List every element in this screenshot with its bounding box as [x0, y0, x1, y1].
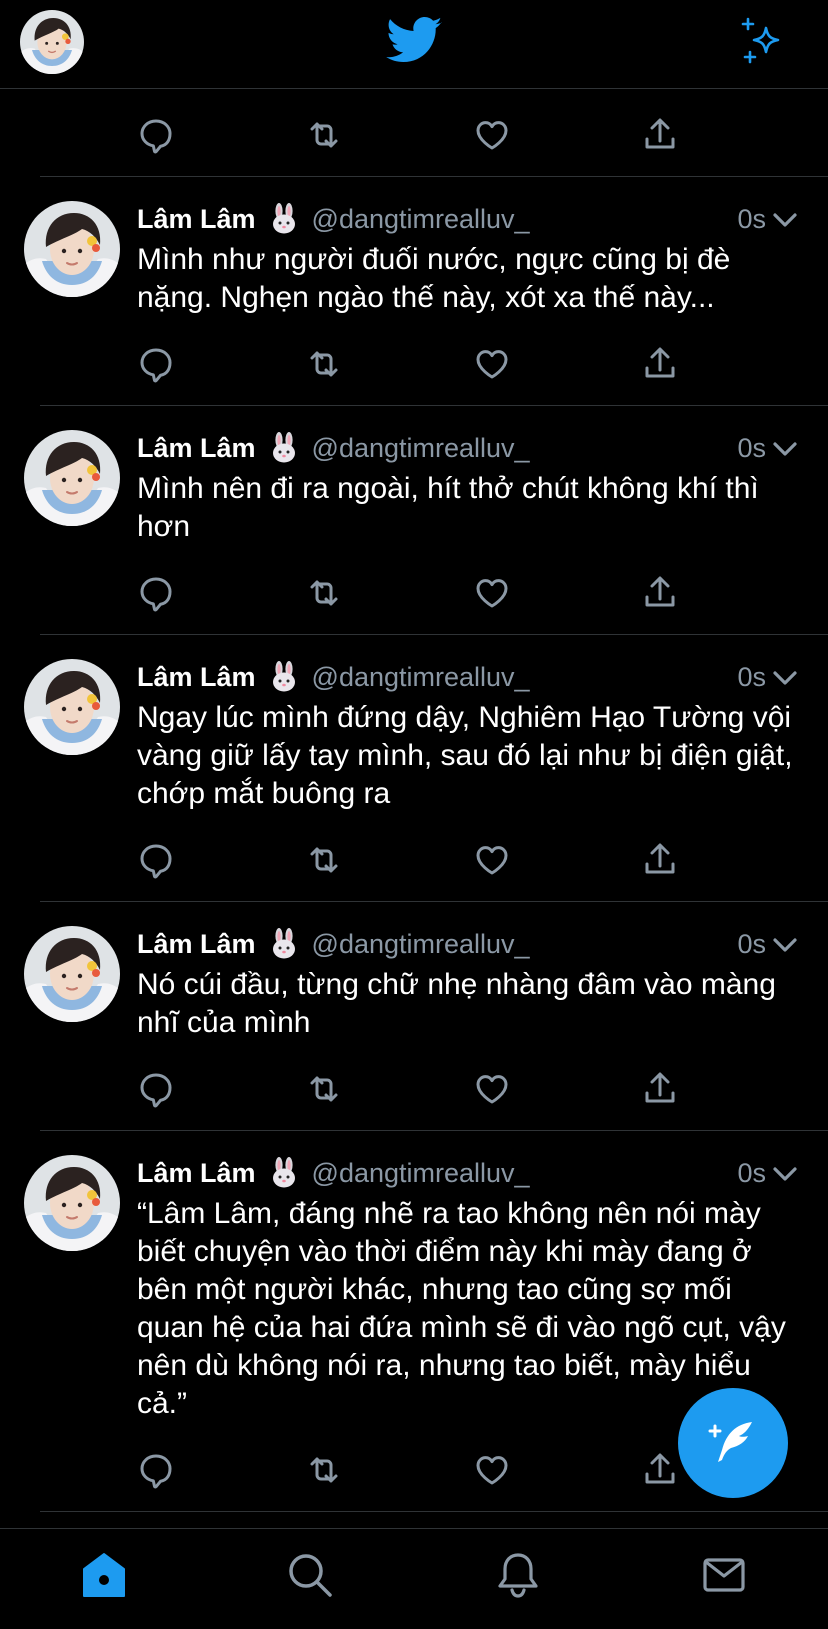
user-handle[interactable]: @dangtimrealluv_ [312, 929, 530, 960]
avatar[interactable] [24, 430, 120, 526]
rabbit-face-icon [268, 203, 300, 235]
avatar[interactable] [24, 926, 120, 1022]
tweet-header: Lâm Lâm @dangtimrealluv_ [137, 428, 530, 468]
like-icon[interactable] [472, 344, 512, 384]
tweet-header: Lâm Lâm @dangtimrealluv_ [137, 1153, 530, 1193]
sparkle-icon[interactable] [738, 16, 790, 68]
retweet-icon[interactable] [304, 115, 344, 155]
tweet-divider [40, 405, 828, 406]
share-icon[interactable] [640, 1450, 680, 1490]
retweet-icon[interactable] [304, 840, 344, 880]
retweet-icon[interactable] [304, 573, 344, 613]
display-name[interactable]: Lâm Lâm [137, 433, 256, 464]
share-icon[interactable] [640, 573, 680, 613]
display-name[interactable]: Lâm Lâm [137, 929, 256, 960]
bottom-tab-bar [0, 1528, 828, 1629]
tweet-header: Lâm Lâm @dangtimrealluv_ [137, 924, 530, 964]
like-icon[interactable] [472, 840, 512, 880]
tweet-text: Nó cúi đầu, từng chữ nhẹ nhàng đâm vào m… [137, 968, 776, 1039]
user-handle[interactable]: @dangtimrealluv_ [312, 204, 530, 235]
tweet-actions [136, 115, 696, 155]
reply-icon[interactable] [136, 573, 176, 613]
search-icon[interactable] [284, 1549, 336, 1601]
display-name[interactable]: Lâm Lâm [137, 662, 256, 693]
tweet-divider [40, 1511, 828, 1512]
compose-tweet-icon [708, 1422, 752, 1462]
notifications-icon[interactable] [492, 1549, 544, 1601]
tweet-divider [40, 176, 828, 177]
share-icon[interactable] [640, 1069, 680, 1109]
chevron-down-icon[interactable] [772, 667, 798, 689]
timestamp: 0s [737, 1158, 766, 1188]
reply-icon[interactable] [136, 840, 176, 880]
share-icon[interactable] [640, 344, 680, 384]
chevron-down-icon[interactable] [772, 438, 798, 460]
reply-icon[interactable] [136, 344, 176, 384]
compose-tweet-button[interactable] [678, 1388, 788, 1498]
tweet-actions [136, 1069, 696, 1109]
chevron-down-icon[interactable] [772, 209, 798, 231]
user-handle[interactable]: @dangtimrealluv_ [312, 1158, 530, 1189]
like-icon[interactable] [472, 1450, 512, 1490]
tweet-header: Lâm Lâm @dangtimrealluv_ [137, 657, 530, 697]
timestamp: 0s [737, 929, 766, 959]
twitter-bird-logo[interactable] [384, 16, 444, 68]
profile-avatar[interactable] [20, 10, 84, 74]
timestamp: 0s [737, 204, 766, 234]
tweet-actions [136, 573, 696, 613]
display-name[interactable]: Lâm Lâm [137, 204, 256, 235]
share-icon[interactable] [640, 840, 680, 880]
rabbit-face-icon [268, 661, 300, 693]
like-icon[interactable] [472, 573, 512, 613]
tweet-actions [136, 840, 696, 880]
retweet-icon[interactable] [304, 1450, 344, 1490]
chevron-down-icon[interactable] [772, 934, 798, 956]
user-handle[interactable]: @dangtimrealluv_ [312, 433, 530, 464]
tweet-text: Mình nên đi ra ngoài, hít thở chút không… [137, 472, 759, 543]
tweet-divider [40, 901, 828, 902]
home-icon[interactable] [78, 1549, 130, 1601]
tweet-text: Mình như người đuối nước, ngực cũng bị đ… [137, 243, 731, 314]
reply-icon[interactable] [136, 115, 176, 155]
like-icon[interactable] [472, 1069, 512, 1109]
rabbit-face-icon [268, 928, 300, 960]
avatar[interactable] [24, 201, 120, 297]
avatar[interactable] [24, 1155, 120, 1251]
messages-icon[interactable] [698, 1549, 750, 1601]
tweet-text: Ngay lúc mình đứng dậy, Nghiêm Hạo Tường… [137, 701, 793, 810]
tweet-divider [40, 1130, 828, 1131]
reply-icon[interactable] [136, 1450, 176, 1490]
timestamp: 0s [737, 662, 766, 692]
share-icon[interactable] [640, 115, 680, 155]
rabbit-face-icon [268, 432, 300, 464]
user-handle[interactable]: @dangtimrealluv_ [312, 662, 530, 693]
tweet-header: Lâm Lâm @dangtimrealluv_ [137, 199, 530, 239]
chevron-down-icon[interactable] [772, 1163, 798, 1185]
reply-icon[interactable] [136, 1069, 176, 1109]
tweet-actions [136, 1450, 696, 1490]
timeline-feed[interactable]: Lâm Lâm @dangtimrealluv_ 0s Mình như ngư… [0, 88, 828, 1528]
tweet-text: “Lâm Lâm, đáng nhẽ ra tao không nên nói … [137, 1197, 786, 1420]
display-name[interactable]: Lâm Lâm [137, 1158, 256, 1189]
top-header [0, 0, 828, 89]
retweet-icon[interactable] [304, 344, 344, 384]
tweet-divider [40, 634, 828, 635]
tweet-actions [136, 344, 696, 384]
retweet-icon[interactable] [304, 1069, 344, 1109]
rabbit-face-icon [268, 1157, 300, 1189]
avatar[interactable] [24, 659, 120, 755]
like-icon[interactable] [472, 115, 512, 155]
timestamp: 0s [737, 433, 766, 463]
